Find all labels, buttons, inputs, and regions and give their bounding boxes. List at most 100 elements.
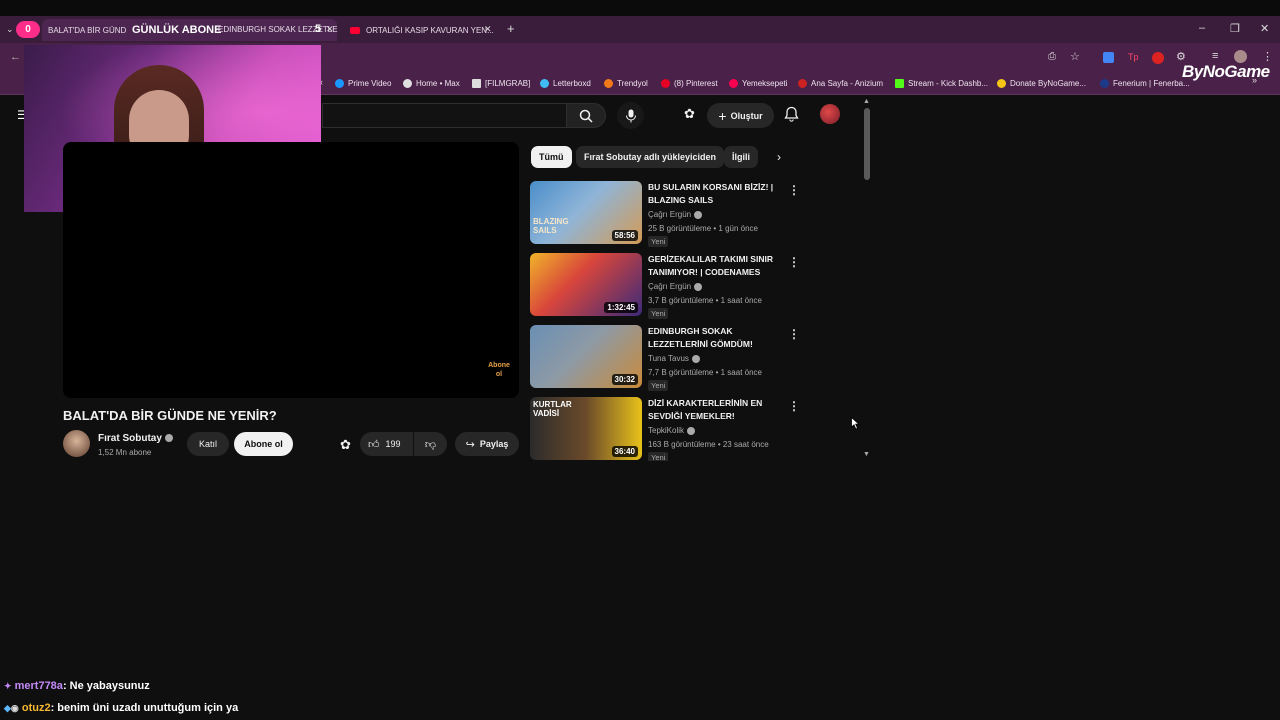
more-options-icon[interactable]: ⋮ bbox=[788, 399, 800, 413]
back-icon[interactable]: ← bbox=[10, 51, 21, 63]
extension-puzzle-icon[interactable]: ✿ bbox=[684, 106, 695, 122]
join-button[interactable]: Katıl bbox=[187, 432, 229, 456]
chip-from-uploader[interactable]: Fırat Sobutay adlı yükleyiciden bbox=[576, 146, 725, 168]
subscriber-count: 1,52 Mn abone bbox=[98, 448, 152, 457]
bookmark-label: Ana Sayfa - Anizium bbox=[811, 78, 884, 88]
thumbs-down-icon: 👎︎ bbox=[424, 438, 437, 451]
translate-extension-icon[interactable] bbox=[1103, 52, 1114, 63]
chip-label: İlgili bbox=[732, 152, 750, 162]
scrollbar-up-icon[interactable]: ▲ bbox=[863, 98, 870, 105]
chevron-right-icon[interactable]: › bbox=[777, 150, 781, 164]
daily-subscriber-count: 5 bbox=[315, 23, 322, 35]
voice-search-button[interactable] bbox=[617, 102, 644, 129]
prime-video-icon bbox=[335, 78, 344, 88]
create-button[interactable]: + Oluştur bbox=[707, 103, 774, 128]
search-input[interactable] bbox=[322, 103, 566, 128]
extension-icon[interactable]: ✿ bbox=[340, 437, 351, 453]
bookmark-filmgrab[interactable]: [FILMGRAB] bbox=[472, 76, 530, 90]
plus-icon: + bbox=[718, 107, 727, 124]
bookmark-yemeksepeti[interactable]: Yemeksepeti bbox=[729, 76, 788, 90]
recommendation-item[interactable]: 30:32 EDINBURGH SOKAK LEZZETLERİNİ GÖMDÜ… bbox=[530, 325, 800, 391]
bookmark-label: Trendyol bbox=[617, 78, 648, 88]
subscribe-label: Abone ol bbox=[244, 439, 283, 449]
extension-red-icon[interactable] bbox=[1152, 52, 1164, 64]
account-avatar[interactable] bbox=[820, 104, 840, 124]
more-options-icon[interactable]: ⋮ bbox=[788, 183, 800, 197]
video-thumbnail[interactable]: BLAZING SAILS 58:56 bbox=[530, 181, 642, 244]
video-thumbnail[interactable]: 1:32:45 bbox=[530, 253, 642, 316]
install-app-icon[interactable]: ⎙ bbox=[1048, 51, 1056, 62]
new-tab-button[interactable]: + bbox=[507, 21, 515, 36]
bookmark-pinterest[interactable]: (8) Pinterest bbox=[661, 76, 718, 90]
search-button[interactable] bbox=[566, 103, 606, 128]
bookmark-fenerium[interactable]: Fenerium | Fenerba... bbox=[1100, 76, 1190, 90]
bookmark-label: Home • Max bbox=[416, 78, 460, 88]
bookmark-label: Stream - Kick Dashb... bbox=[908, 78, 989, 88]
recommendation-item[interactable]: 1:32:45 GERİZEKALILAR TAKIMI SINIR TANIM… bbox=[530, 253, 800, 319]
recommendation-meta: 3,7 B görüntüleme • 1 saat önce bbox=[648, 296, 762, 305]
bookmark-letterboxd[interactable]: Letterboxd bbox=[540, 76, 591, 90]
bookmark-bynogame[interactable]: Donate ByNoGame... bbox=[997, 76, 1086, 90]
subscribe-button[interactable]: Abone ol bbox=[234, 432, 293, 456]
tab-second[interactable]: ORTALIĞI KASIP KAVURAN YEN... bbox=[346, 19, 496, 41]
bookmark-label: [FILMGRAB] bbox=[485, 78, 531, 88]
new-badge: Yeni bbox=[648, 236, 669, 247]
verified-icon bbox=[691, 354, 700, 363]
bookmark-star-icon[interactable]: ☆ bbox=[1070, 50, 1080, 63]
bookmark-kick[interactable]: Stream - Kick Dashb... bbox=[895, 76, 988, 90]
chat-text: : Ne yabaysunuz bbox=[62, 680, 150, 692]
bookmark-label: Letterboxd bbox=[553, 78, 591, 88]
verified-icon bbox=[694, 210, 703, 219]
tab-search-button[interactable]: ⌄ bbox=[6, 24, 14, 35]
search-icon bbox=[579, 109, 593, 123]
video-player[interactable] bbox=[63, 142, 519, 398]
maximize-icon[interactable]: ❐ bbox=[1230, 22, 1240, 35]
recommendation-meta: 25 B görüntüleme • 1 gün önce bbox=[648, 224, 758, 233]
chat-message: ◆◉ otuz2: benim üni uzadı unuttuğum için… bbox=[4, 702, 238, 714]
recommendation-title: EDINBURGH SOKAK LEZZETLERİNİ GÖMDÜM! bbox=[648, 326, 753, 349]
recommendation-title: BU SULARIN KORSANI BİZİZ! | BLAZING SAIL… bbox=[648, 182, 774, 205]
chat-badge-icon: ◉ bbox=[10, 703, 19, 713]
create-label: Oluştur bbox=[730, 110, 763, 121]
bookmark-label: Yemeksepeti bbox=[742, 78, 788, 88]
bookmark-prime-video[interactable]: Prime Video bbox=[335, 76, 391, 90]
notifications-button[interactable] bbox=[784, 106, 799, 127]
tab-close-icon[interactable]: ✕ bbox=[484, 24, 492, 35]
channel-name[interactable]: Fırat Sobutay bbox=[98, 433, 173, 444]
scrollbar-thumb[interactable] bbox=[864, 108, 870, 180]
top-strip bbox=[0, 0, 1280, 16]
recommendation-title: GERİZEKALILAR TAKIMI SINIR TANIMIYOR! | … bbox=[648, 254, 773, 277]
media-control-icon[interactable]: ≡ bbox=[1212, 50, 1218, 62]
recommendation-title: DİZİ KARAKTERLERİNİN EN SEVDİĞİ YEMEKLER… bbox=[648, 398, 763, 421]
daily-subscriber-overlay: GÜNLÜK ABONE bbox=[126, 21, 228, 38]
letterboxd-icon bbox=[540, 78, 549, 88]
video-thumbnail[interactable]: 30:32 bbox=[530, 325, 642, 388]
chat-username: otuz2 bbox=[21, 702, 51, 714]
like-button[interactable]: 👍︎ 199 bbox=[360, 432, 413, 456]
more-options-icon[interactable]: ⋮ bbox=[788, 327, 800, 341]
chat-badge-icon: ◆ bbox=[4, 703, 11, 713]
recommendation-item[interactable]: KURTLAR VADİSİ 36:40 DİZİ KARAKTERLERİNİ… bbox=[530, 397, 800, 463]
chip-all[interactable]: Tümü bbox=[531, 146, 572, 168]
scrollbar-down-icon[interactable]: ▼ bbox=[863, 451, 870, 458]
subscribe-watermark[interactable]: Abone ol bbox=[486, 358, 512, 382]
recommendation-item[interactable]: BLAZING SAILS 58:56 BU SULARIN KORSANI B… bbox=[530, 181, 800, 247]
bookmark-anizium[interactable]: Ana Sayfa - Anizium bbox=[798, 76, 883, 90]
thumbnail-text: BLAZING SAILS bbox=[533, 217, 569, 235]
bookmark-trendyol[interactable]: Trendyol bbox=[604, 76, 648, 90]
extension-icon[interactable]: Tp bbox=[1128, 52, 1139, 63]
bell-icon bbox=[784, 106, 799, 122]
bynogame-logo: ByNoGame bbox=[1182, 62, 1270, 81]
chip-related[interactable]: İlgili bbox=[724, 146, 758, 168]
channel-avatar[interactable] bbox=[63, 430, 90, 457]
dislike-button[interactable]: 👎︎ bbox=[414, 432, 447, 456]
minimize-icon[interactable]: – bbox=[1199, 22, 1205, 34]
video-thumbnail[interactable]: KURTLAR VADİSİ 36:40 bbox=[530, 397, 642, 460]
video-title: BALAT'DA BİR GÜNDE NE YENİR? bbox=[63, 408, 277, 423]
pinterest-icon bbox=[661, 78, 670, 88]
more-options-icon[interactable]: ⋮ bbox=[788, 255, 800, 269]
bookmark-max[interactable]: Home • Max bbox=[403, 76, 460, 90]
tab-close-icon[interactable]: ✕ bbox=[326, 24, 334, 35]
share-button[interactable]: ↪ Paylaş bbox=[455, 432, 519, 456]
close-window-icon[interactable]: ✕ bbox=[1260, 22, 1269, 35]
